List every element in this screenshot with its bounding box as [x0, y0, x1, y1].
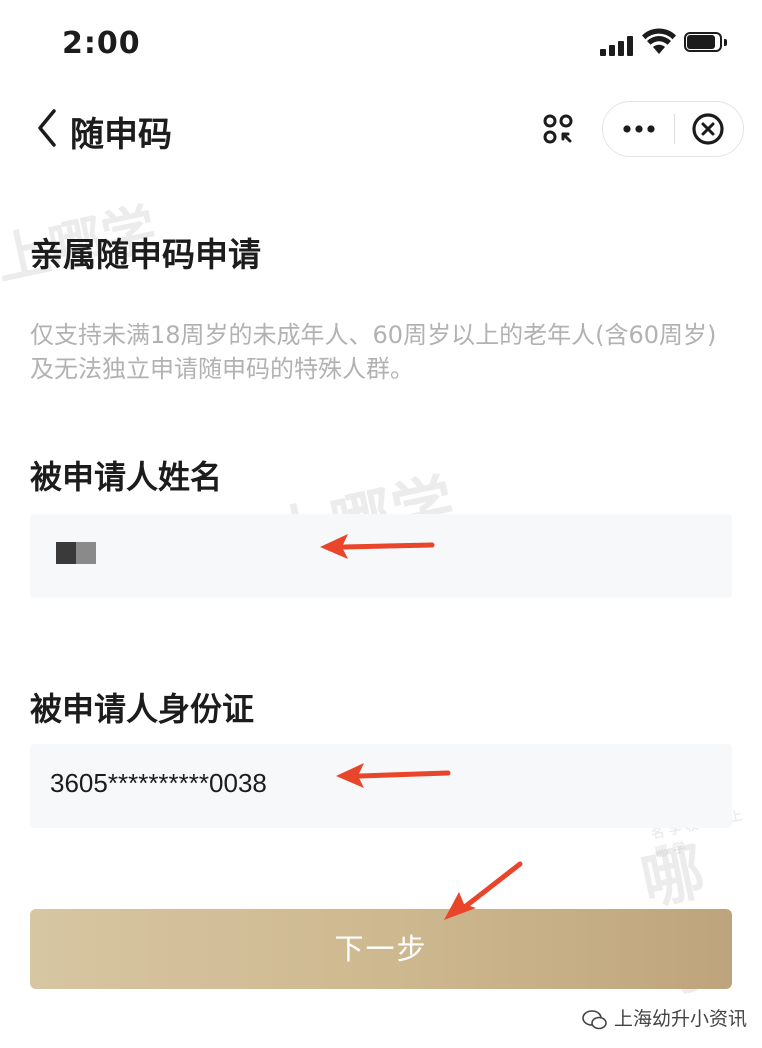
page-title: 随申码	[70, 115, 172, 155]
next-step-button[interactable]: 下一步	[30, 909, 732, 989]
mini-program-capsule	[602, 101, 744, 157]
wifi-icon	[642, 28, 676, 54]
eligibility-description: 仅支持未满18周岁的未成年人、60周岁以上的老年人(含60周岁)及无法独立申请随…	[30, 321, 717, 383]
more-dots-icon[interactable]	[603, 102, 673, 156]
applicant-id-field[interactable]: 3605**********0038	[30, 744, 732, 828]
applicant-id-label: 被申请人身份证	[30, 690, 255, 728]
source-text: 上海幼升小资讯	[614, 1008, 748, 1030]
battery-icon	[684, 32, 728, 54]
applicant-name-label: 被申请人姓名	[30, 458, 223, 496]
next-step-label: 下一步	[334, 932, 428, 966]
scan-icon[interactable]	[528, 101, 588, 157]
blurred-name-value	[56, 542, 96, 564]
status-time: 2:00	[62, 26, 141, 61]
applicant-name-field[interactable]	[30, 514, 732, 598]
section-title: 亲属随申码申请	[30, 235, 261, 274]
close-circle-icon[interactable]	[675, 102, 743, 156]
applicant-id-value: 3605**********0038	[50, 768, 267, 798]
status-bar: 2:00	[0, 0, 762, 90]
signal-icon	[600, 36, 634, 56]
nav-bar: 随申码	[0, 95, 762, 165]
source-watermark: 上海幼升小资讯	[582, 1004, 747, 1031]
back-chevron-icon[interactable]	[30, 103, 64, 153]
wechat-icon	[582, 1009, 607, 1029]
